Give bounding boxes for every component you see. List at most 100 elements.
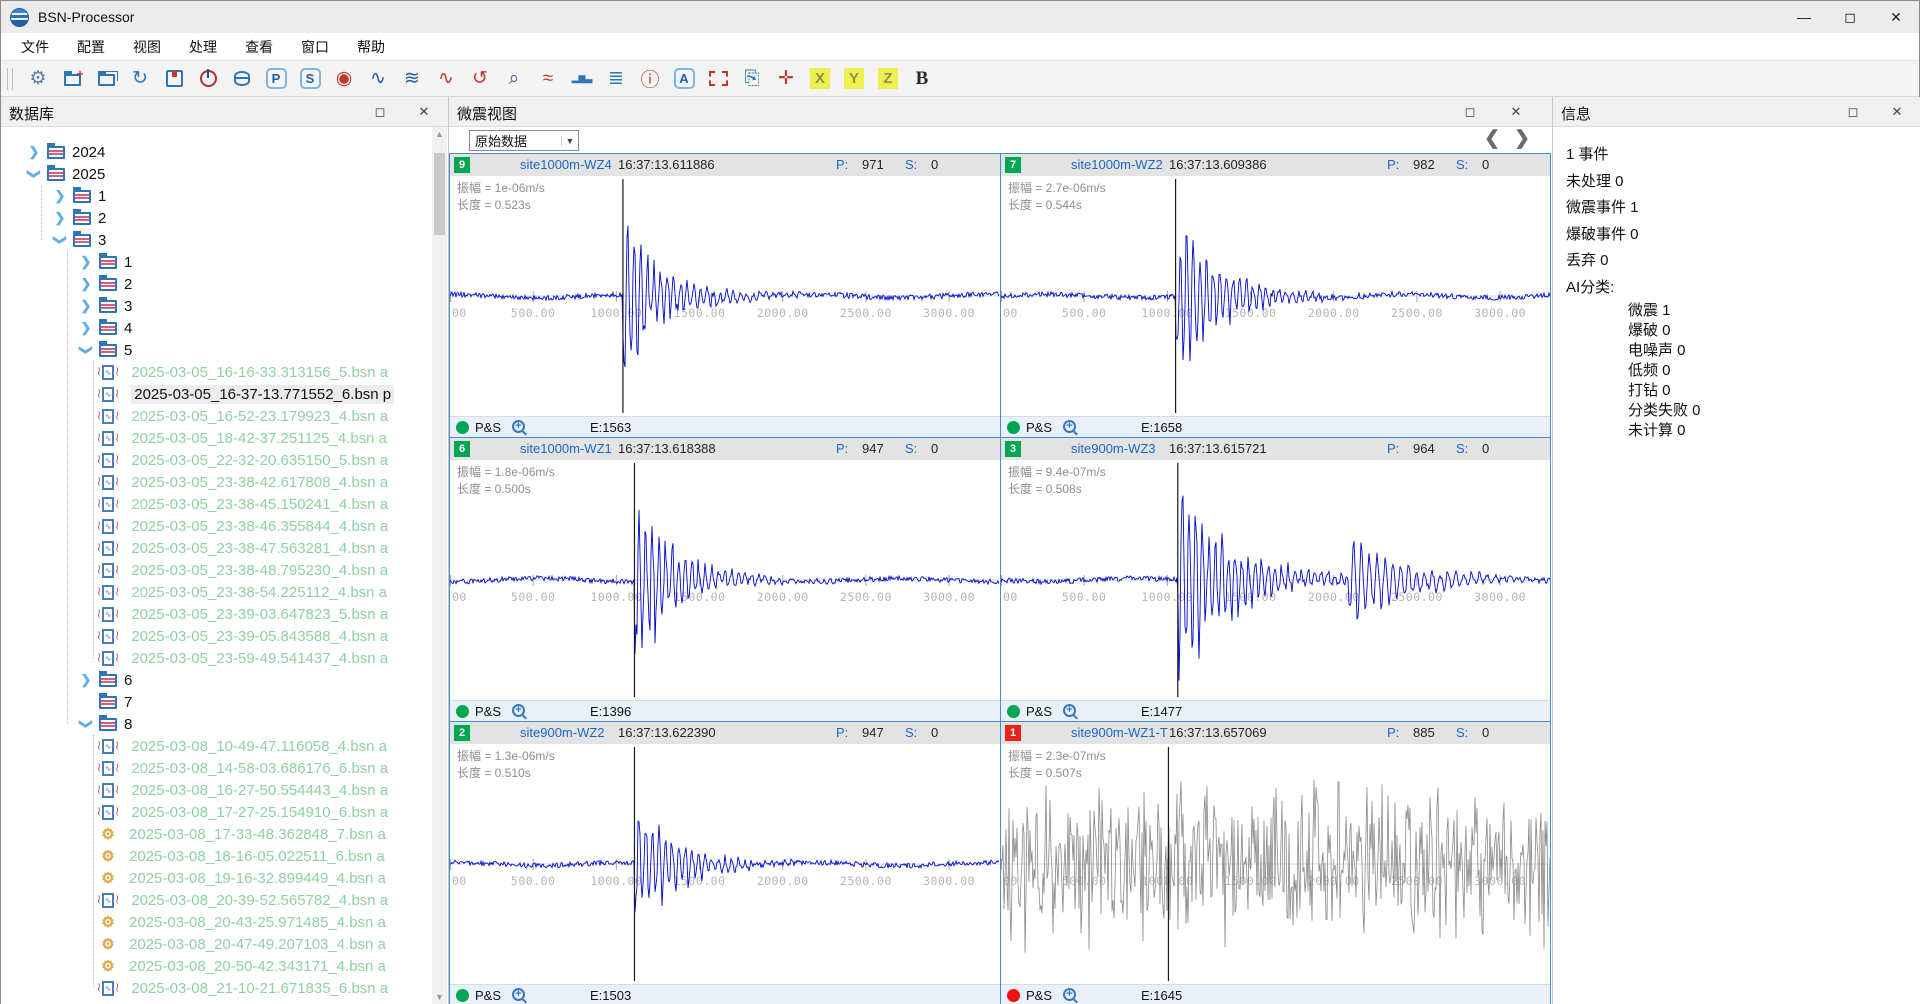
tree-file-item[interactable]: ≀∿≀2025-03-05_16-37-13.771552_6.bsn p [1,383,432,405]
close-button[interactable]: ✕ [1873,1,1919,33]
toolbar-grip[interactable] [7,68,13,90]
expand-chevron-icon[interactable]: ❯ [27,144,41,160]
expand-chevron-icon[interactable]: ❯ [26,167,42,181]
scroll-down-icon[interactable]: ▼ [432,990,447,1004]
tree-folder-6[interactable]: ❯6 [1,669,432,691]
tree-file-item[interactable]: ≀∿≀2025-03-08_16-27-50.554443_4.bsn a [1,779,432,801]
histogram-icon[interactable]: ▂▆▃ [570,67,594,91]
tree-folder-2024[interactable]: ❯2024 [1,141,432,163]
tree-folder-3[interactable]: ❯3 [1,295,432,317]
waveform-plot-area[interactable]: 振幅 = 1e-06m/s长度 = 0.523s00500.001000.001… [450,176,1000,416]
tree-file-item[interactable]: ≀∿≀2025-03-05_23-38-45.150241_4.bsn a [1,493,432,515]
tree-folder-1[interactable]: ❯1 [1,185,432,207]
next-event-button[interactable]: ❯ [1514,127,1530,150]
previous-event-button[interactable]: ❮ [1484,127,1500,150]
expand-chevron-icon[interactable]: ❯ [53,210,67,226]
waveform-plot-area[interactable]: 振幅 = 1.8e-06m/s长度 = 0.500s00500.001000.0… [450,460,1000,700]
undo-wave-icon[interactable]: ↺ [468,67,492,91]
expand-chevron-icon[interactable]: ❯ [78,717,94,731]
tree-file-item[interactable]: ≀∿≀2025-03-08_21-10-21.671835_6.bsn a [1,977,432,999]
ps-toggle[interactable]: P&S [475,704,501,719]
menu-item-6[interactable]: 窗口 [287,33,343,61]
s-phase-icon[interactable]: S [298,67,322,91]
float-panel-icon[interactable]: ◻ [370,102,390,122]
tree-file-item[interactable]: ⚙2025-03-08_20-47-49.207103_4.bsn a [1,933,432,955]
menu-item-7[interactable]: 帮助 [343,33,399,61]
menu-item-3[interactable]: 视图 [119,33,175,61]
tree-file-item[interactable]: ≀∿≀2025-03-05_18-42-37.251125_4.bsn a [1,427,432,449]
tree-file-item[interactable]: ⚙2025-03-08_19-16-32.899449_4.bsn a [1,867,432,889]
pick-wave-icon[interactable]: ∿ [366,67,390,91]
waveform-plot-area[interactable]: 振幅 = 9.4e-07m/s长度 = 0.508s00500.001000.0… [1001,460,1550,700]
zoom-wave-icon[interactable]: ⌕ [502,67,526,91]
tree-folder-2[interactable]: ❯2 [1,273,432,295]
expand-chevron-icon[interactable]: ❯ [79,672,93,688]
menu-item-5[interactable]: 查看 [231,33,287,61]
redo-icon[interactable]: ↻ [128,67,152,91]
float-panel-icon[interactable]: ◻ [1843,102,1863,122]
tree-file-item[interactable]: ≀∿≀2025-03-05_23-38-48.795230_4.bsn a [1,559,432,581]
p-phase-icon[interactable]: P [264,67,288,91]
tree-folder-8[interactable]: ❯8 [1,713,432,735]
bold-button[interactable]: B [910,67,934,91]
tree-file-item[interactable]: ≀∿≀2025-03-05_23-39-05.843588_4.bsn a [1,625,432,647]
scroll-up-icon[interactable]: ▲ [432,127,447,142]
expand-chevron-icon[interactable]: ❯ [79,298,93,314]
minimize-button[interactable]: — [1781,1,1827,33]
axis-x-button[interactable]: X [808,67,832,91]
expand-chevron-icon[interactable]: ❯ [79,320,93,336]
location-icon[interactable]: ◉ [332,67,356,91]
zoom-in-icon[interactable]: + [1063,704,1076,717]
tree-file-item[interactable]: ≀∿≀2025-03-05_23-59-49.541437_4.bsn a [1,647,432,669]
waveform-plot-area[interactable]: 振幅 = 2.3e-07m/s长度 = 0.507s00500.001000.0… [1001,744,1550,984]
edit-wave-icon[interactable]: ∿ [434,67,458,91]
text-label-icon[interactable]: A [672,67,696,91]
waveform-plot-area[interactable]: 振幅 = 2.7e-06m/s长度 = 0.544s00500.001000.0… [1001,176,1550,416]
tree-folder-3[interactable]: ❯3 [1,229,432,251]
close-panel-icon[interactable]: ✕ [1887,102,1907,122]
menu-item-4[interactable]: 处理 [175,33,231,61]
selection-icon[interactable] [706,67,730,91]
tree-folder-1[interactable]: ❯1 [1,251,432,273]
zoom-in-icon[interactable]: + [512,704,525,717]
tree-file-item[interactable]: ≀∿≀2025-03-05_22-32-20.635150_5.bsn a [1,449,432,471]
expand-chevron-icon[interactable]: ❯ [52,233,68,247]
copy-folder-icon[interactable] [94,67,118,91]
ps-toggle[interactable]: P&S [1026,420,1052,435]
crosshair-icon[interactable]: ✛ [774,67,798,91]
ps-toggle[interactable]: P&S [1026,988,1052,1003]
close-panel-icon[interactable]: ✕ [1506,102,1526,122]
menu-item-1[interactable]: 文件 [7,33,63,61]
tree-folder-2[interactable]: ❯2 [1,207,432,229]
tree-file-item[interactable]: ≀∿≀2025-03-05_23-38-47.563281_4.bsn a [1,537,432,559]
zoom-in-icon[interactable]: + [512,988,525,1001]
tree-scrollbar[interactable]: ▲ ▼ [432,127,447,1004]
expand-chevron-icon[interactable]: ❯ [53,188,67,204]
tree-file-item[interactable]: ≀∿≀2025-03-05_16-16-33.313156_5.bsn a [1,361,432,383]
tree-file-item[interactable]: ≀∿≀2025-03-05_23-38-46.355844_4.bsn a [1,515,432,537]
tree-file-item[interactable]: ⚙2025-03-08_20-50-42.343171_4.bsn a [1,955,432,977]
list-icon[interactable]: ≣ [604,67,628,91]
expand-chevron-icon[interactable]: ❯ [78,343,94,357]
tree-file-item[interactable]: ≀∿≀2025-03-05_23-38-42.617808_4.bsn a [1,471,432,493]
expand-chevron-icon[interactable]: ❯ [79,276,93,292]
ps-toggle[interactable]: P&S [1026,704,1052,719]
tree-folder-2025[interactable]: ❯2025 [1,163,432,185]
zoom-in-icon[interactable]: + [1063,988,1076,1001]
tree-folder-5[interactable]: ❯5 [1,339,432,361]
tree-file-item[interactable]: ⚙2025-03-08 [1,999,432,1004]
waveform-plot-area[interactable]: 振幅 = 1.3e-06m/s长度 = 0.510s00500.001000.0… [450,744,1000,984]
expand-chevron-icon[interactable]: ❯ [79,254,93,270]
power-icon[interactable] [196,67,220,91]
filter-wave-icon[interactable]: ≈ [536,67,560,91]
info-icon[interactable]: ⓘ [638,67,662,91]
tree-file-item[interactable]: ≀∿≀2025-03-08_20-39-52.565782_4.bsn a [1,889,432,911]
multi-wave-icon[interactable]: ≋ [400,67,424,91]
tree-file-item[interactable]: ≀∿≀2025-03-05_23-38-54.225112_4.bsn a [1,581,432,603]
tree-file-item[interactable]: ⚙2025-03-08_18-16-05.022511_6.bsn a [1,845,432,867]
scrollbar-thumb[interactable] [434,153,445,235]
menu-item-2[interactable]: 配置 [63,33,119,61]
tree-file-item[interactable]: ⚙2025-03-08_20-43-25.971485_4.bsn a [1,911,432,933]
zoom-in-icon[interactable]: + [1063,420,1076,433]
report-icon[interactable]: ⎘ [740,67,764,91]
